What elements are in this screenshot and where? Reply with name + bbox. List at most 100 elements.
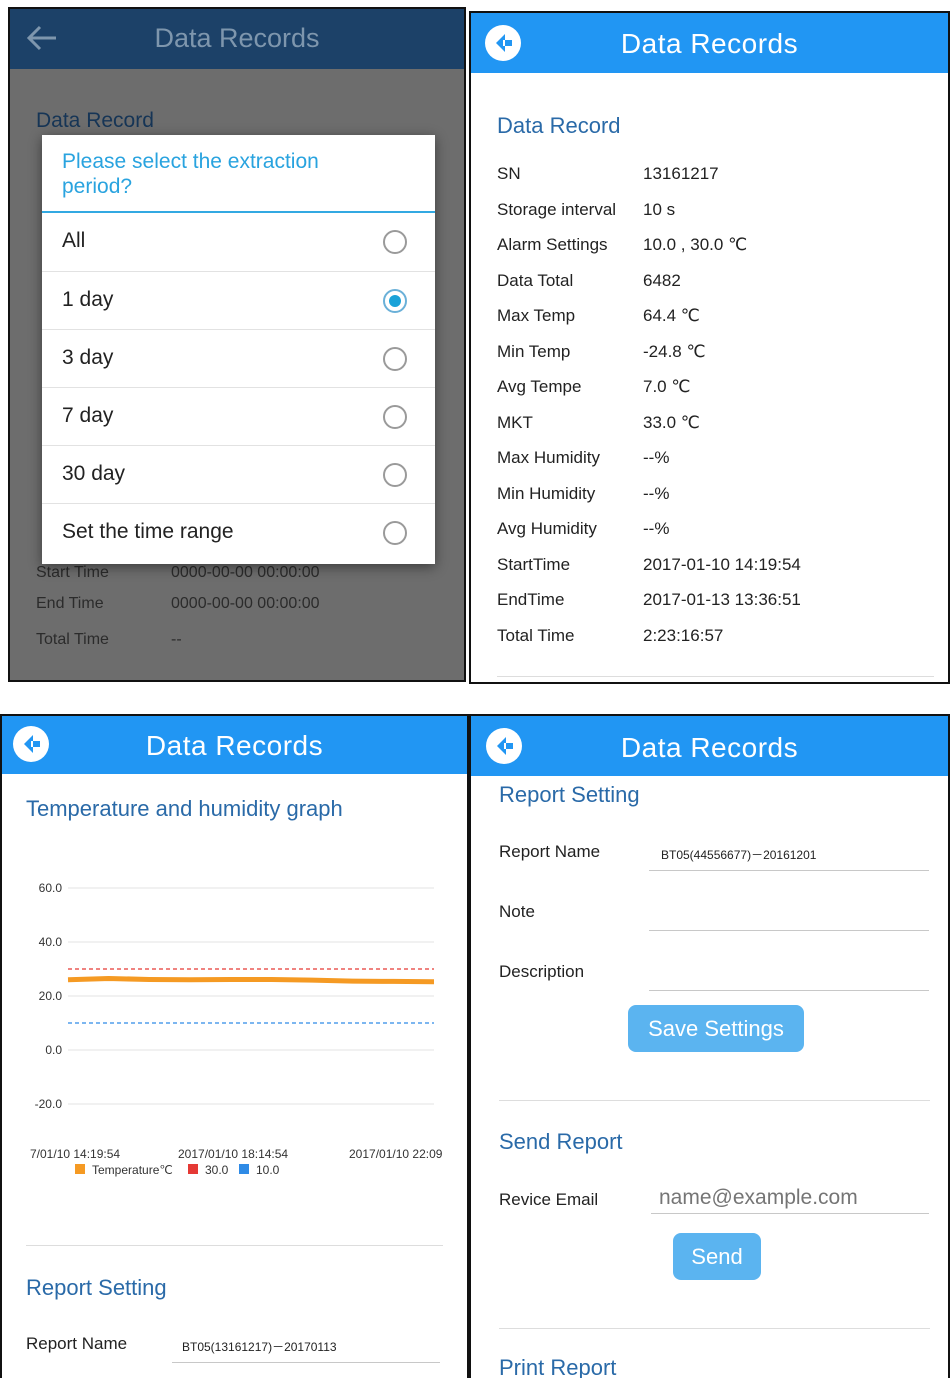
radio-icon[interactable]	[383, 521, 407, 545]
record-value: 10 s	[643, 199, 676, 219]
y-tick-label: 20.0	[39, 989, 63, 1003]
radio-icon[interactable]	[383, 463, 407, 487]
graph-screen: Data Records Temperature and humidity gr…	[0, 714, 469, 1378]
record-label: Avg Tempe	[497, 377, 582, 396]
record-label: MKT	[497, 412, 533, 432]
behind-row-end: End Time 0000-00-00 00:00:00	[36, 595, 320, 612]
period-option-3-day[interactable]: 3 day	[42, 329, 435, 387]
section-title-graph: Temperature and humidity graph	[26, 796, 343, 821]
temperature-series-line	[67, 975, 435, 985]
report-name-field[interactable]: BT05(13161217)－20170113	[182, 1338, 337, 1355]
email-label: Revice Email	[499, 1190, 599, 1209]
app-bar: Data Records	[471, 13, 948, 73]
email-input[interactable]	[651, 1182, 929, 1214]
description-underline	[649, 990, 929, 991]
app-title: Data Records	[620, 732, 799, 763]
record-value: --%	[643, 448, 670, 467]
record-label: Avg Humidity	[497, 519, 597, 538]
app-title: Data Records	[620, 28, 799, 59]
legend-swatch	[239, 1164, 249, 1174]
y-tick-label: -20.0	[35, 1097, 63, 1111]
graph-divider	[26, 1245, 443, 1246]
dim-section-title: Data Record	[36, 109, 154, 132]
temperature-chart: 60.0 40.0 20.0 0.0 -20.0 7/01/10 14:19:54 2017…	[30, 881, 442, 1177]
legend-label: 30.0	[205, 1163, 229, 1177]
record-label: StartTime	[497, 554, 571, 574]
x-tick-label: 7/01/10 14:19:54	[30, 1147, 120, 1161]
send-button[interactable]: Send	[673, 1233, 761, 1280]
period-dialog: Please select the extraction period? All…	[42, 135, 435, 564]
period-option-30-day[interactable]: 30 day	[42, 445, 435, 503]
app-title: Data Records	[145, 730, 324, 761]
record-value: 7.0 ℃	[643, 377, 691, 396]
legend-label: 10.0	[256, 1163, 280, 1177]
record-label: Data Total	[497, 270, 574, 290]
section-title-send-report: Send Report	[499, 1129, 623, 1154]
record-value: 10.0 , 30.0 ℃	[643, 235, 748, 254]
record-value: 2017-01-13 13:36:51	[643, 590, 801, 609]
note-field[interactable]	[649, 896, 929, 930]
record-value: 6482	[643, 270, 681, 290]
section-title-data-record: Data Record	[497, 113, 621, 138]
legend-label: Temperature℃	[92, 1163, 173, 1177]
record-value: --%	[643, 519, 670, 538]
record-label: Min Humidity	[497, 483, 596, 503]
radio-icon[interactable]	[383, 230, 407, 254]
dialog-title: Please select the extraction period?	[62, 150, 319, 198]
record-label: Total Time	[497, 625, 575, 645]
legend-swatch	[75, 1164, 85, 1174]
report-name-field[interactable]: BT05(44556677)－20161201	[661, 846, 816, 863]
send-divider	[499, 1328, 930, 1329]
report-name-label: Report Name	[26, 1334, 128, 1353]
report-name-underline	[649, 870, 929, 871]
y-tick-label: 40.0	[39, 935, 63, 949]
legend-swatch	[188, 1164, 198, 1174]
x-tick-label: 2017/01/10 18:14:54	[178, 1147, 288, 1161]
radio-icon[interactable]	[383, 347, 407, 371]
record-bottom-divider	[497, 676, 934, 677]
description-label: Description	[499, 962, 585, 981]
radio-selected-icon[interactable]	[383, 289, 407, 313]
report-name-label: Report Name	[499, 842, 601, 861]
dim-app-bar: Data Records	[10, 9, 464, 69]
period-option-7-day[interactable]: 7 day	[42, 387, 435, 445]
radio-icon[interactable]	[383, 405, 407, 429]
section-title-print-report: Print Report	[499, 1355, 617, 1378]
dim-app-title: Data Records	[154, 23, 320, 53]
record-label: Storage interval	[497, 199, 617, 219]
record-label: EndTime	[497, 590, 565, 609]
y-tick-label: 60.0	[39, 881, 63, 895]
section-title-report-setting: Report Setting	[499, 782, 640, 807]
report-name-underline	[172, 1362, 440, 1363]
record-value: 33.0 ℃	[643, 412, 700, 432]
record-label: Alarm Settings	[497, 235, 608, 254]
record-screen: Data Records Data Record SN 13161217 Stora…	[469, 11, 950, 684]
note-label: Note	[499, 902, 535, 921]
record-label: Max Humidity	[497, 448, 600, 467]
record-label: Min Temp	[497, 341, 571, 361]
record-label: Max Temp	[497, 306, 576, 325]
save-divider	[499, 1100, 930, 1101]
x-tick-label: 2017/01/10 22:09:54	[349, 1147, 442, 1161]
record-value: 2:23:16:57	[643, 625, 724, 645]
behind-row-start: Start Time 0000-00-00 00:00:00	[36, 564, 320, 581]
dialog-screen: Data Records Data Record Start Time 0000…	[8, 7, 466, 682]
period-option-1-day[interactable]: 1 day	[42, 271, 435, 329]
record-value: --%	[643, 483, 670, 503]
description-field[interactable]	[649, 956, 929, 990]
record-value: 13161217	[643, 164, 719, 183]
record-value: 64.4 ℃	[643, 306, 700, 325]
record-label: SN	[497, 164, 521, 183]
save-settings-button[interactable]: Save Settings	[628, 1005, 804, 1052]
note-underline	[649, 930, 929, 931]
period-option-all[interactable]: All	[42, 213, 435, 271]
record-value: 2017-01-10 14:19:54	[643, 554, 801, 574]
app-bar: Data Records	[2, 716, 467, 774]
period-option-time-range[interactable]: Set the time range	[42, 503, 435, 563]
settings-screen: Data Records Report Setting Report Name …	[469, 714, 950, 1378]
section-title-report-setting: Report Setting	[26, 1275, 167, 1300]
y-tick-label: 0.0	[45, 1043, 62, 1057]
behind-row-total: Total Time --	[36, 631, 182, 648]
app-bar: Data Records	[471, 716, 948, 776]
record-value: -24.8 ℃	[643, 341, 706, 361]
